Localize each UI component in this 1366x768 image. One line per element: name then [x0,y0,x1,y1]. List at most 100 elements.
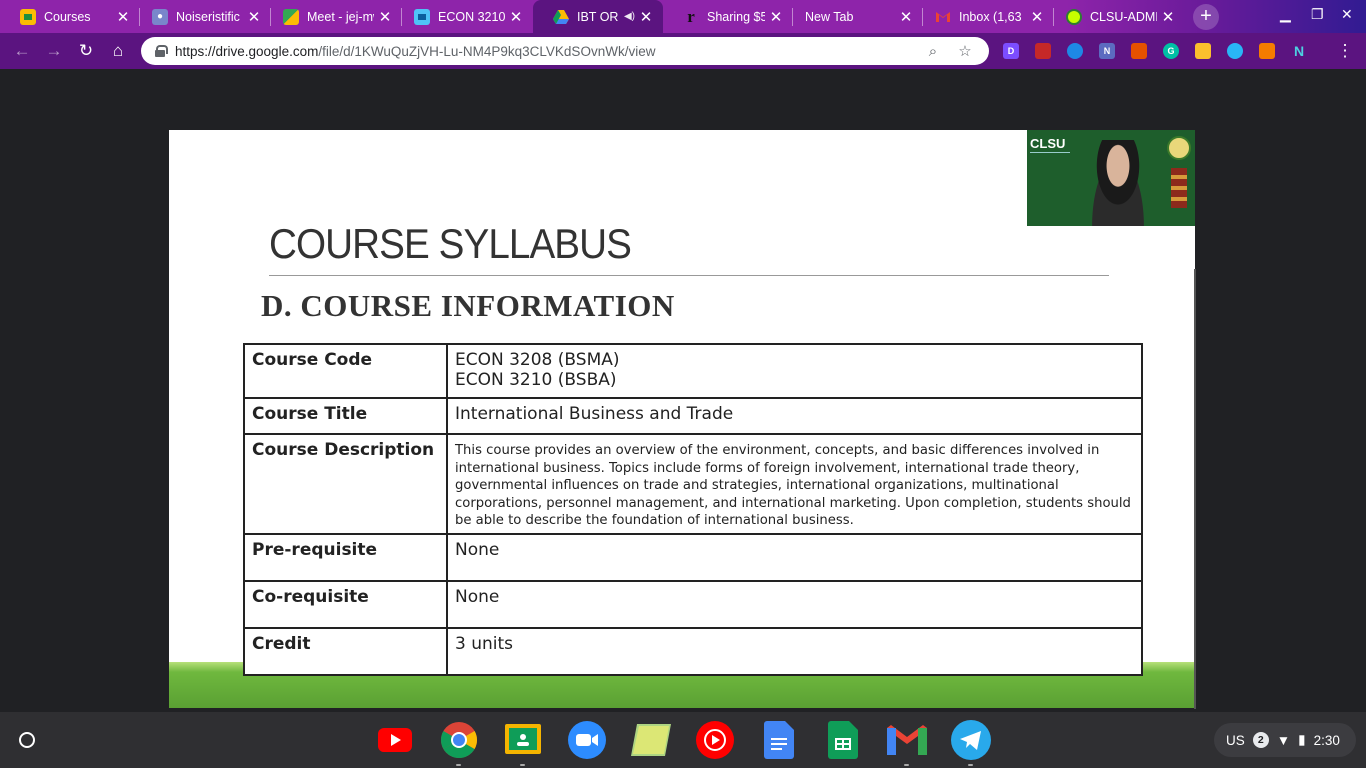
gmail-icon [935,9,951,25]
row-value: 3 units [446,626,1143,676]
extension-n-icon[interactable]: N [1291,43,1307,59]
row-value: None [446,532,1143,582]
tab-title: CLSU-ADMIS [1090,9,1157,24]
restore-icon[interactable]: ❐ [1311,6,1324,23]
tab-econ[interactable]: ECON 3210 ✕ [394,0,533,33]
battery-icon: ▮ [1298,732,1306,747]
tab-title: Sharing $50 [707,9,765,24]
star-icon[interactable]: ☆ [955,42,975,60]
extension-grammarly-icon[interactable]: G [1163,43,1179,59]
table-row: Pre-requisite None [243,532,1143,582]
close-icon[interactable]: ✕ [1030,8,1044,26]
clock: 2:30 [1313,732,1340,748]
sheets-icon[interactable] [823,720,863,760]
drive-viewer: COURSE SYLLABUS D. COURSE INFORMATION Co… [0,69,1366,712]
ime-indicator: US [1226,732,1245,748]
tab-title: Meet - jej-mw [307,9,374,24]
new-tab-button[interactable]: + [1193,4,1219,30]
close-icon[interactable]: ✕ [1161,8,1175,26]
row-key: Course Description [243,433,448,535]
close-icon[interactable]: ✕ [247,8,261,26]
table-row: Credit 3 units [243,626,1143,676]
extension-telegram-icon[interactable] [1227,43,1243,59]
tab-clsu[interactable]: CLSU-ADMIS ✕ [1046,0,1185,33]
slide: COURSE SYLLABUS D. COURSE INFORMATION Co… [169,130,1195,708]
tab-inbox[interactable]: Inbox (1,63 ✕ [915,0,1054,33]
extension-onenote-icon[interactable]: N [1099,43,1115,59]
row-key: Co-requisite [243,579,448,629]
close-icon[interactable]: ✕ [769,8,783,26]
url-text: https://drive.google.com/file/d/1KWuQuZj… [175,43,656,59]
close-window-icon[interactable]: ✕ [1341,6,1353,23]
row-value: International Business and Trade [446,397,1143,435]
close-icon[interactable]: ✕ [378,8,392,26]
row-key: Course Code [243,343,448,399]
gmail-icon[interactable] [887,720,927,766]
extension-cube-icon[interactable] [1195,43,1211,59]
classroom-icon[interactable] [503,720,543,766]
close-icon[interactable]: ✕ [509,8,523,26]
row-key: Pre-requisite [243,532,448,582]
launcher-icon[interactable] [19,732,35,748]
camera-brand: CLSU [1030,136,1066,151]
tab-strip: Courses ✕ ● Noiseristific ✕ Meet - jej-m… [0,0,1366,33]
tab-title: New Tab [805,9,854,24]
r-icon: r [687,6,695,26]
slide-subtitle: D. COURSE INFORMATION [261,288,675,323]
table-row: Course Description This course provides … [243,433,1143,535]
tab-sharing[interactable]: r Sharing $50 ✕ [663,0,793,33]
status-tray[interactable]: US 2 ▼ ▮ 2:30 [1214,723,1356,757]
youtube-icon[interactable] [375,720,415,760]
docs-icon[interactable] [759,720,799,760]
books-decoration [1171,168,1187,208]
tab-title: ECON 3210 [438,9,505,24]
tab-meet[interactable]: Meet - jej-mw ✕ [263,0,402,33]
table-row: Course Title International Business and … [243,397,1143,435]
lock-icon [155,45,168,57]
speaker-icon[interactable]: ◀) [624,11,635,22]
notes-icon[interactable] [631,720,671,760]
extension-d-icon[interactable]: D [1003,43,1019,59]
extension-globe-icon[interactable] [1067,43,1083,59]
tab-noiseristific[interactable]: ● Noiseristific ✕ [132,0,271,33]
extension-pdf-icon[interactable] [1035,43,1051,59]
telegram-icon[interactable] [951,720,991,766]
tab-title: IBT ORIE [577,9,618,24]
menu-icon[interactable]: ⋮ [1333,39,1357,63]
close-icon[interactable]: ✕ [639,8,653,26]
table-row: Co-requisite None [243,579,1143,629]
table-row: Course Code ECON 3208 (BSMA) ECON 3210 (… [243,343,1143,399]
wifi-icon: ▼ [1276,732,1291,748]
course-info-table: Course Code ECON 3208 (BSMA) ECON 3210 (… [243,343,1143,676]
tab-ibt-active[interactable]: IBT ORIE ◀) ✕ [533,0,663,33]
reload-icon[interactable]: ↻ [74,39,98,63]
chrome-icon[interactable] [439,720,479,766]
forward-icon[interactable]: → [42,39,66,63]
extension-book-icon[interactable] [1131,43,1147,59]
home-icon[interactable]: ⌂ [106,39,130,63]
classroom-icon [414,8,430,25]
tab-title: Inbox (1,63 [959,9,1022,24]
row-value: This course provides an overview of the … [446,433,1143,535]
scrollbar[interactable] [1194,269,1196,709]
row-value: None [446,579,1143,629]
tab-courses[interactable]: Courses ✕ [0,0,140,33]
close-icon[interactable]: ✕ [899,8,913,26]
back-icon[interactable]: ← [10,39,34,63]
close-icon[interactable]: ✕ [116,8,130,26]
tab-new-tab[interactable]: New Tab ✕ [785,0,923,33]
shelf: US 2 ▼ ▮ 2:30 [0,712,1366,768]
youtube-music-icon[interactable] [695,720,735,760]
zoom-icon[interactable]: ⌕ [923,43,943,60]
camera-banner [1030,152,1070,170]
title-divider [269,275,1109,276]
zoom-icon[interactable] [567,720,607,760]
address-bar[interactable]: https://drive.google.com/file/d/1KWuQuZj… [141,37,989,65]
presenter-video [1085,140,1151,226]
tab-title: Courses [44,9,91,24]
extension-metamask-icon[interactable] [1259,43,1275,59]
meet-icon [283,8,299,25]
minimize-icon[interactable]: ▁ [1280,6,1291,23]
row-key: Credit [243,626,448,676]
classroom-icon [20,8,36,25]
